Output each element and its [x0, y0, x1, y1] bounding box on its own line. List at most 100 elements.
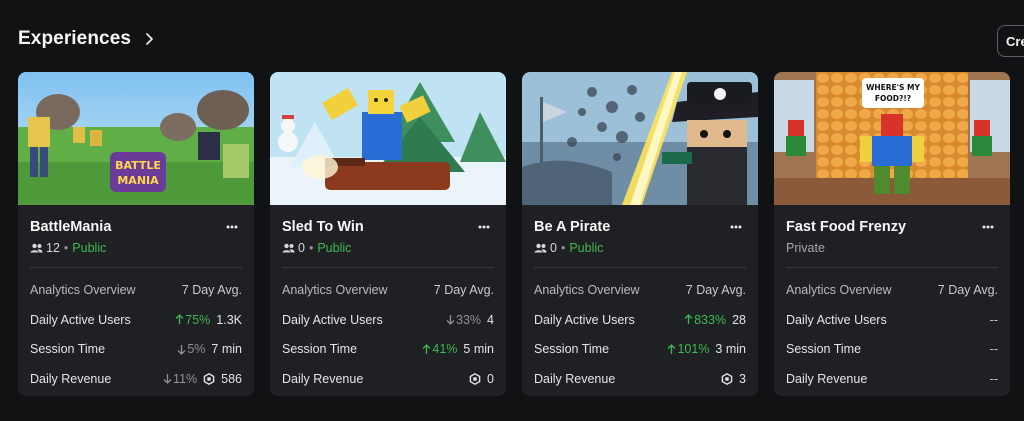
- player-count: 12: [46, 240, 60, 255]
- experience-thumbnail[interactable]: [270, 72, 506, 205]
- stat-row-session-time: Session Time 101% 3 min: [534, 342, 746, 357]
- more-options-button[interactable]: [222, 219, 242, 235]
- arrow-up-icon: [684, 314, 693, 324]
- change-indicator: 5%: [177, 342, 205, 356]
- stat-row-session-time: Session Time 41% 5 min: [282, 342, 494, 357]
- stat-value: 0: [487, 371, 494, 386]
- more-options-button[interactable]: [978, 219, 998, 235]
- player-count: 0: [298, 240, 305, 255]
- player-count: 0: [550, 240, 557, 255]
- change-percent: 101%: [677, 342, 710, 356]
- experience-title[interactable]: Be A Pirate: [534, 219, 610, 235]
- experience-card-sled-to-win[interactable]: Sled To Win 0 • Public Analytics Overvie…: [270, 72, 506, 396]
- experiences-header[interactable]: Experiences: [18, 28, 155, 50]
- divider: [282, 267, 494, 268]
- chevron-right-icon[interactable]: [143, 31, 155, 47]
- visibility-status: Public: [72, 240, 107, 255]
- change-indicator: 101%: [667, 342, 709, 356]
- analytics-overview-row: Analytics Overview 7 Day Avg.: [30, 283, 242, 298]
- players-icon: [534, 243, 547, 252]
- battlemania-thumbnail-image: BATTLE MANIA: [18, 72, 254, 205]
- stat-row-daily-active-users: Daily Active Users 33% 4: [282, 312, 494, 327]
- experience-card-be-a-pirate[interactable]: Be A Pirate 0 • Public Analytics Overvie…: [522, 72, 758, 396]
- separator-dot: •: [63, 240, 69, 255]
- page-title[interactable]: Experiences: [18, 28, 131, 50]
- separator-dot: •: [560, 240, 566, 255]
- stat-label: Daily Revenue: [282, 371, 364, 386]
- avg-label: 7 Day Avg.: [433, 283, 494, 297]
- analytics-overview-row: Analytics Overview 7 Day Avg.: [282, 283, 494, 298]
- robux-icon: [469, 372, 481, 385]
- create-button[interactable]: Create: [997, 25, 1024, 57]
- more-horizontal-icon: [730, 225, 742, 229]
- stat-row-daily-revenue: Daily Revenue 3: [534, 371, 746, 386]
- visibility-status: Public: [317, 240, 352, 255]
- stat-row-daily-revenue: Daily Revenue 11% 586: [30, 371, 242, 386]
- analytics-overview-row: Analytics Overview 7 Day Avg.: [534, 283, 746, 298]
- stat-row-daily-revenue: Daily Revenue 0: [282, 371, 494, 386]
- analytics-overview-row: Analytics Overview 7 Day Avg.: [786, 283, 998, 298]
- visibility-status: Private: [786, 240, 825, 255]
- more-horizontal-icon: [478, 225, 490, 229]
- experience-title[interactable]: Fast Food Frenzy: [786, 219, 906, 235]
- avg-label: 7 Day Avg.: [685, 283, 746, 297]
- arrow-down-icon: [446, 315, 455, 325]
- experience-meta: 12 • Public: [30, 240, 242, 255]
- stat-row-daily-active-users: Daily Active Users 75% 1.3K: [30, 312, 242, 327]
- experience-card-fast-food-frenzy[interactable]: WHERE'S MY FOOD?!? Fast Food Frenzy Priv…: [774, 72, 1010, 396]
- change-indicator: 11%: [163, 372, 197, 386]
- experience-title[interactable]: Sled To Win: [282, 219, 364, 235]
- experience-card-battlemania[interactable]: BATTLE MANIA BattleMania 12 • Public Ana…: [18, 72, 254, 396]
- stat-label: Daily Active Users: [534, 312, 635, 327]
- stat-label: Daily Revenue: [534, 371, 616, 386]
- stat-row-daily-revenue: Daily Revenue --: [786, 371, 998, 386]
- experience-thumbnail[interactable]: [522, 72, 758, 205]
- divider: [786, 267, 998, 268]
- svg-text:MANIA: MANIA: [117, 174, 159, 187]
- arrow-up-icon: [422, 343, 431, 354]
- change-indicator: 33%: [446, 313, 481, 327]
- analytics-overview-label: Analytics Overview: [786, 283, 892, 297]
- arrow-up-icon: [667, 343, 676, 354]
- stat-value: --: [989, 342, 998, 356]
- experience-title[interactable]: BattleMania: [30, 219, 111, 235]
- be-a-pirate-thumbnail-image: [522, 72, 758, 205]
- more-horizontal-icon: [226, 225, 238, 229]
- analytics-overview-label: Analytics Overview: [534, 283, 640, 297]
- arrow-down-icon: [163, 374, 172, 384]
- stat-label: Daily Revenue: [786, 371, 868, 386]
- more-options-button[interactable]: [726, 219, 746, 235]
- experience-thumbnail[interactable]: WHERE'S MY FOOD?!?: [774, 72, 1010, 205]
- stat-row-daily-active-users: Daily Active Users 833% 28: [534, 312, 746, 327]
- change-percent: 75%: [185, 312, 211, 327]
- thumbnail-caption-text: WHERE'S MY: [866, 83, 920, 92]
- change-percent: 33%: [456, 312, 482, 327]
- avg-label: 7 Day Avg.: [181, 283, 242, 297]
- experience-meta: 0 • Public: [534, 240, 746, 255]
- stat-label: Session Time: [786, 342, 862, 356]
- stat-label: Daily Revenue: [30, 371, 112, 386]
- stat-value: 3 min: [715, 342, 746, 356]
- players-icon: [282, 243, 295, 252]
- analytics-overview-label: Analytics Overview: [30, 283, 136, 297]
- battlemania-logo-text: BATTLE: [115, 159, 161, 172]
- divider: [534, 267, 746, 268]
- stat-row-session-time: Session Time --: [786, 342, 998, 357]
- stat-value: --: [989, 312, 998, 327]
- experience-thumbnail[interactable]: BATTLE MANIA: [18, 72, 254, 205]
- players-icon: [30, 243, 43, 252]
- change-indicator: 833%: [684, 313, 726, 327]
- stat-value: --: [989, 371, 998, 386]
- more-options-button[interactable]: [474, 219, 494, 235]
- change-percent: 833%: [694, 312, 727, 327]
- experience-cards: BATTLE MANIA BattleMania 12 • Public Ana…: [18, 72, 1010, 396]
- stat-value: 5 min: [463, 342, 494, 356]
- analytics-overview-label: Analytics Overview: [282, 283, 388, 297]
- change-percent: 5%: [187, 342, 206, 356]
- change-indicator: 75%: [175, 313, 210, 327]
- change-indicator: 41%: [422, 342, 457, 356]
- robux-icon: [203, 372, 215, 385]
- stat-label: Daily Active Users: [30, 312, 131, 327]
- stat-value: 3: [739, 371, 746, 386]
- arrow-up-icon: [175, 314, 184, 324]
